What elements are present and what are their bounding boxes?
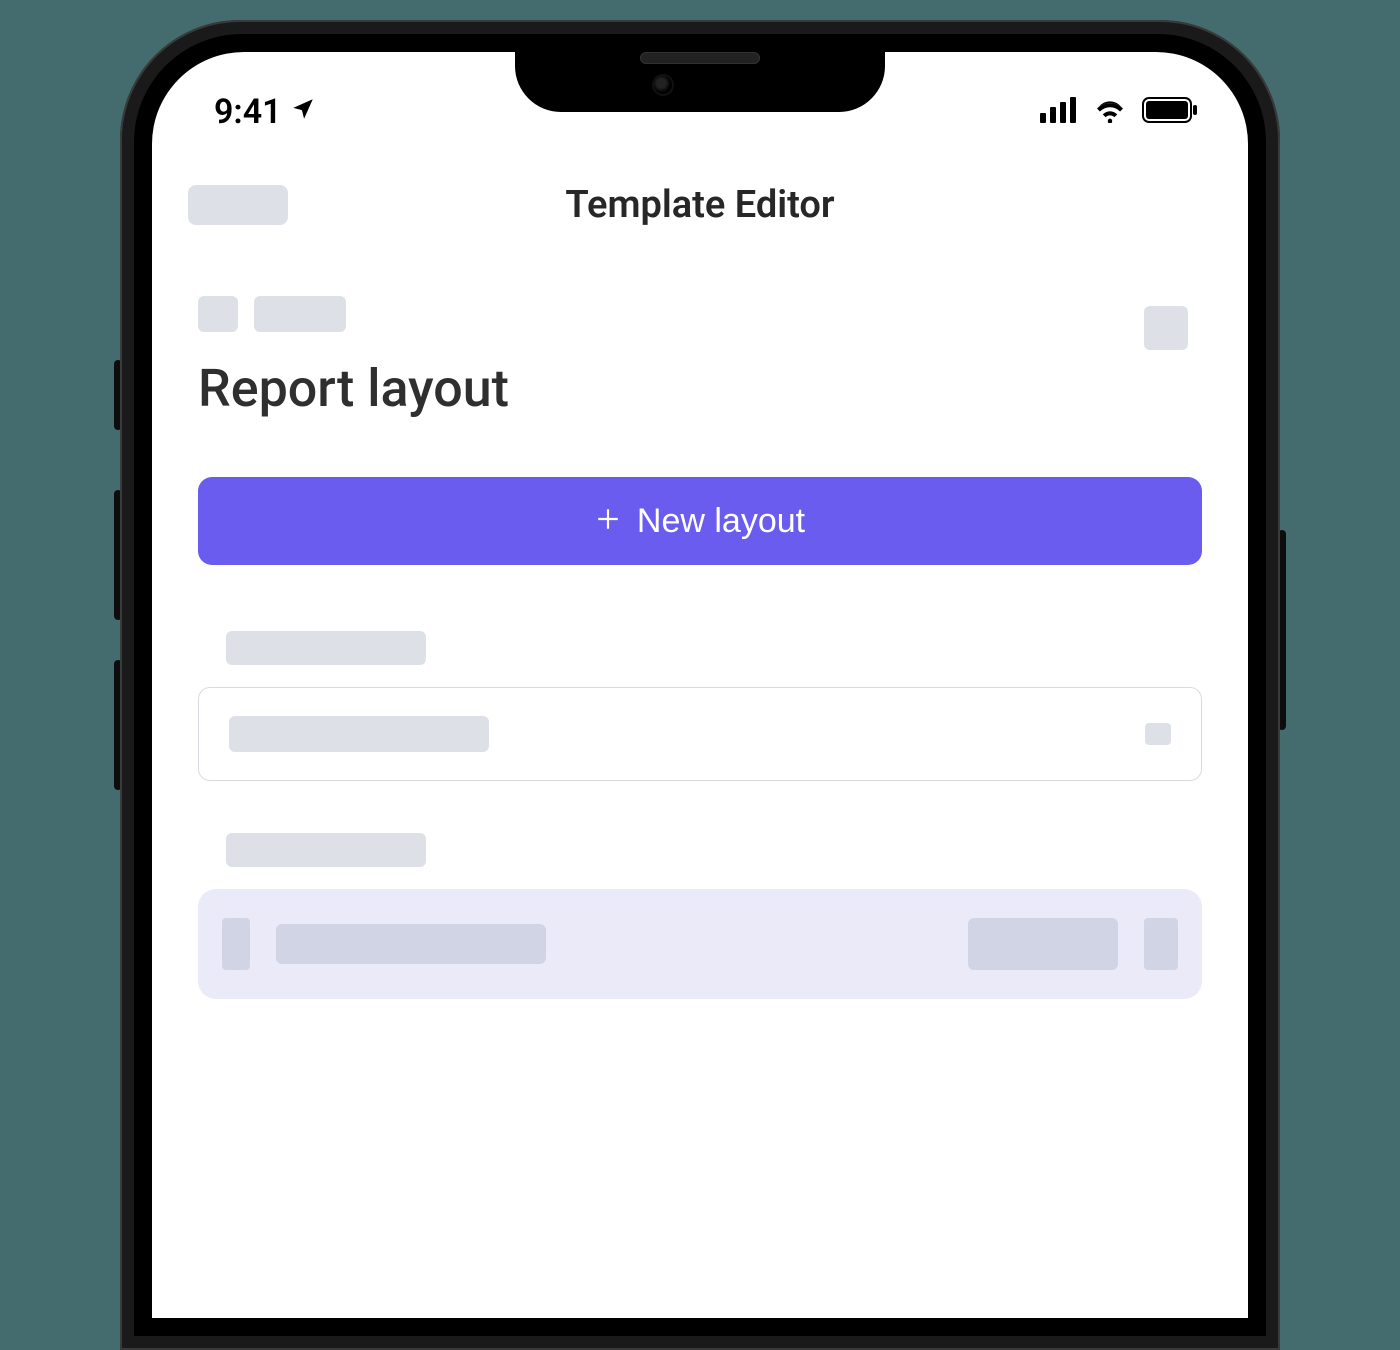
- layout-item-title: [276, 924, 546, 964]
- chevron-down-icon: [1145, 723, 1171, 745]
- nav-title: Template Editor: [565, 183, 834, 227]
- layout-item[interactable]: [198, 889, 1202, 999]
- plus-icon: [595, 504, 621, 538]
- form-group-1: [198, 631, 1202, 781]
- new-layout-label: New layout: [637, 502, 805, 541]
- section-title: Report layout: [198, 358, 1202, 419]
- breadcrumb-icon: [198, 296, 238, 332]
- nav-back-button[interactable]: [188, 185, 288, 225]
- wifi-icon: [1092, 92, 1128, 132]
- new-layout-button[interactable]: New layout: [198, 477, 1202, 565]
- screen: 9:41: [152, 52, 1248, 1318]
- drag-handle-icon[interactable]: [222, 918, 250, 970]
- breadcrumb-label: [254, 296, 346, 332]
- device-notch: [515, 34, 885, 112]
- nav-bar: Template Editor: [152, 164, 1248, 246]
- location-icon: [290, 96, 316, 129]
- form-group-2: [198, 833, 1202, 999]
- battery-icon: [1142, 92, 1198, 132]
- layout-item-action[interactable]: [968, 918, 1118, 970]
- select-input[interactable]: [198, 687, 1202, 781]
- field-label: [226, 631, 426, 665]
- layout-item-more-icon[interactable]: [1144, 918, 1178, 970]
- header-action-button[interactable]: [1144, 306, 1188, 350]
- status-time: 9:41: [214, 92, 282, 132]
- content: Report layout New layout: [152, 246, 1248, 999]
- select-value: [229, 716, 489, 752]
- breadcrumb: [198, 296, 1202, 332]
- cellular-icon: [1040, 92, 1078, 132]
- field-label: [226, 833, 426, 867]
